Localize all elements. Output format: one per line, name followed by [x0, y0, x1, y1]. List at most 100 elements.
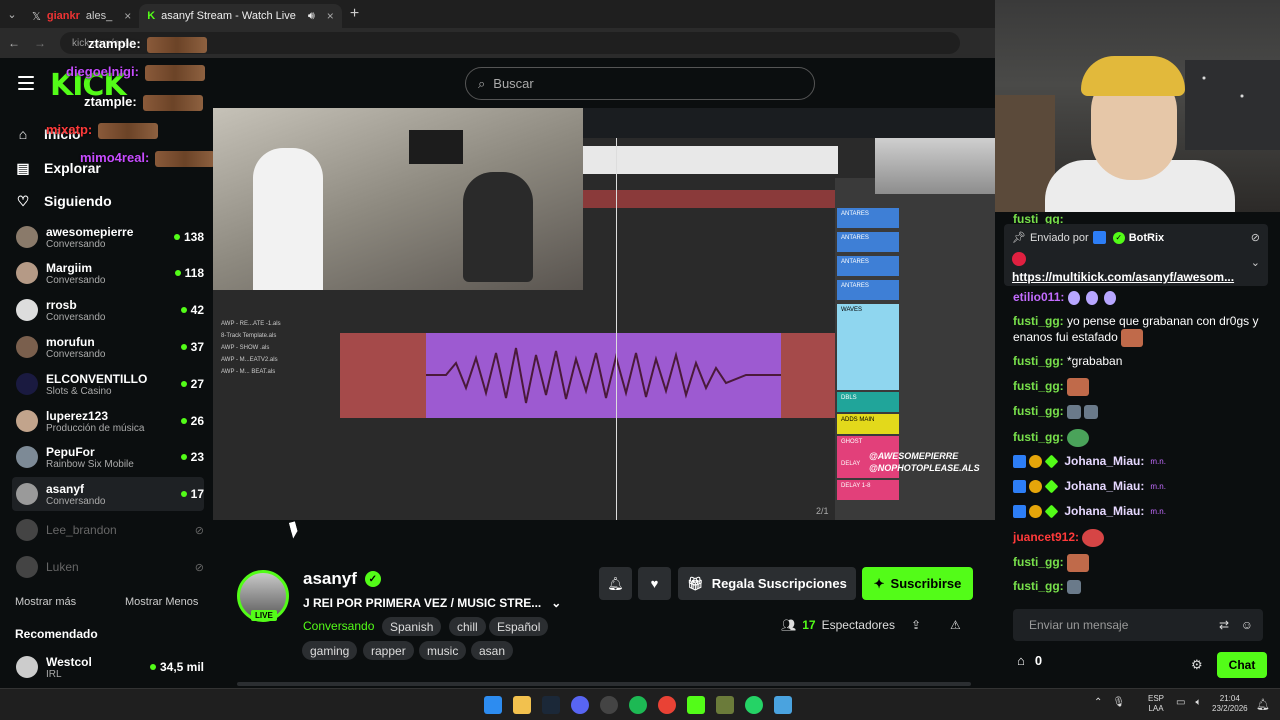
viewer-count: 138 [173, 230, 204, 244]
video-player[interactable]: ANTARES ANTARES ANTARES ANTARES WAVES DB… [213, 108, 995, 520]
minecraft-icon[interactable] [716, 696, 734, 714]
sidebar-channel-elconventillo[interactable]: ELCONVENTILLO Slots & Casino 27 [16, 367, 204, 401]
tag[interactable]: asan [471, 641, 514, 660]
file-explorer-icon[interactable] [513, 696, 531, 714]
channel-points[interactable]: ⌂ 0 [1017, 653, 1042, 668]
hide-pin-icon[interactable]: ⊘ [1251, 231, 1260, 244]
emoji-icon[interactable]: ☺ [1241, 618, 1253, 632]
tag[interactable]: music [419, 641, 467, 660]
stream-title-row[interactable]: J REI POR PRIMERA VEZ / MUSIC STRE... ⌄ [303, 596, 561, 610]
show-less-link[interactable]: Mostrar Menos [125, 596, 198, 608]
chat-username[interactable]: etilio011: [1013, 290, 1064, 304]
close-icon[interactable]: × [327, 9, 334, 23]
discord-icon[interactable] [571, 696, 589, 714]
chevron-down-icon[interactable]: ⌄ [551, 596, 561, 610]
avatar [16, 262, 38, 284]
menu-icon[interactable] [18, 76, 34, 90]
pin-icon: 📌︎ [1012, 232, 1026, 244]
gift-subs-button[interactable]: 🎁︎ Regala Suscripciones [678, 567, 856, 600]
sidebar-channel-offline[interactable]: Lee_brandon ⊘ [16, 513, 204, 547]
overlay-user: ztample: [84, 94, 137, 109]
volume-icon[interactable]: 🔈︎ [1195, 697, 1201, 708]
chat-username[interactable]: Johana_Miau: [1064, 504, 1144, 518]
show-more-link[interactable]: Mostrar más [15, 596, 76, 608]
tag[interactable]: Español [489, 617, 549, 636]
report-icon[interactable]: ⚠ [950, 618, 961, 632]
chat-text: m.n. [1150, 457, 1166, 467]
emote [1067, 429, 1090, 447]
kick-app-icon[interactable] [687, 696, 705, 714]
chat-send-button[interactable]: Chat [1217, 652, 1267, 678]
sidebar-channel-rrosb[interactable]: rrosb Conversando 42 [16, 293, 204, 327]
browser-tab[interactable]: 𝕏 giankr ales_ × [24, 4, 139, 28]
chat-username[interactable]: juancet912: [1013, 530, 1079, 544]
gear-icon[interactable]: ⚙ [1191, 657, 1203, 673]
tag[interactable]: chill [449, 617, 486, 636]
sidebar-channel-awesomepierre[interactable]: awesomepierre Conversando 138 [16, 220, 204, 254]
notification-bell-button[interactable]: 🔔︎ [599, 567, 632, 600]
chat-username[interactable]: fusti_gg: [1013, 555, 1064, 569]
chat-username[interactable]: Johana_Miau: [1064, 479, 1144, 493]
steam-icon[interactable] [542, 696, 560, 714]
nav-siguiendo[interactable]: ♡ Siguiendo [16, 193, 112, 209]
sidebar-channel-westcol[interactable]: Westcol IRL 34,5 mil [16, 650, 204, 684]
sidebar-channel-morufun[interactable]: morufun Conversando 37 [16, 330, 204, 364]
tag[interactable]: gaming [302, 641, 358, 660]
chat-username[interactable]: fusti_gg: [1013, 404, 1064, 418]
overlay-chat-line: diegoelnigi: [66, 64, 205, 81]
speaker-icon[interactable]: 🔊︎ [308, 10, 315, 23]
star-badge-icon [1044, 504, 1059, 519]
pinned-user[interactable]: BotRix [1129, 232, 1164, 244]
store-icon: ⌂ [1017, 653, 1025, 668]
pinned-link[interactable]: https://multikick.com/asanyf/awesom... [1012, 270, 1234, 284]
subscribe-button[interactable]: ✦ Suscribirse [862, 567, 973, 600]
viewer-number: 17 [802, 618, 816, 632]
back-icon[interactable]: ← [8, 36, 20, 50]
chrome-icon[interactable] [658, 696, 676, 714]
overlay-user: mimo4real: [80, 150, 150, 165]
network-icon[interactable]: ▭ [1176, 697, 1185, 708]
microphone-icon[interactable]: 🎙︎ [1112, 697, 1125, 708]
notification-icon[interactable]: 🔔︎ [1256, 698, 1270, 711]
sidebar-channel-asanyf[interactable]: asanyf Conversando 17 [12, 477, 204, 511]
chat-username[interactable]: fusti_gg: [1013, 430, 1064, 444]
whatsapp-icon[interactable] [745, 696, 763, 714]
chat-username[interactable]: fusti_gg: [1013, 354, 1064, 368]
tag[interactable]: Spanish [382, 617, 442, 636]
sidebar-channel-margiim[interactable]: Margiim Conversando 118 [16, 256, 204, 290]
chat-message-input[interactable]: Enviar un mensaje ⇄ ☺ [1013, 609, 1263, 641]
search-input[interactable]: ⌕ Buscar [465, 67, 815, 100]
forward-icon[interactable]: → [34, 36, 46, 50]
notepad-icon[interactable] [774, 696, 792, 714]
spotify-icon[interactable] [629, 696, 647, 714]
tab-list-chevron-icon[interactable]: ⌄ [0, 0, 24, 28]
windows-start-icon[interactable] [484, 696, 502, 714]
search-icon: ⌕ [478, 75, 486, 91]
browser-tab-active[interactable]: K asanyf Stream - Watch Live 🔊︎ × [139, 4, 342, 28]
sidebar-channel-pepufor[interactable]: PepuFor Rainbow Six Mobile 23 [16, 440, 204, 474]
follow-button[interactable]: ♥ [638, 567, 671, 600]
clock[interactable]: 21:04 23/2/2026 [1212, 694, 1248, 714]
chevron-down-icon[interactable]: ⌄ [1251, 256, 1260, 269]
channel-category: IRL [46, 668, 62, 680]
sidebar-channel-offline[interactable]: Luken ⊘ [16, 550, 204, 584]
chat-username[interactable]: fusti_gg: [1013, 314, 1064, 328]
chevron-up-icon[interactable]: ⌃ [1094, 697, 1102, 708]
chat-username[interactable]: fusti_gg: [1013, 379, 1064, 393]
live-dot-icon [174, 270, 181, 276]
new-tab-icon[interactable]: + [350, 5, 359, 23]
sidebar-channel-luperez123[interactable]: luperez123 Producción de música 26 [16, 404, 204, 438]
share-icon[interactable]: ⇪ [911, 618, 921, 632]
bot-badge-icon [1092, 231, 1106, 244]
stream-category[interactable]: Conversando [303, 619, 374, 633]
streamer-name[interactable]: asanyf [303, 569, 357, 589]
translate-icon[interactable]: ⇄ [1219, 618, 1229, 632]
language-indicator[interactable]: ESP LAA [1148, 694, 1164, 714]
emote [1082, 529, 1105, 547]
chat-username[interactable]: fusti_gg: [1013, 579, 1064, 593]
obs-icon[interactable] [600, 696, 618, 714]
emote [1067, 378, 1090, 396]
close-icon[interactable]: × [124, 9, 131, 23]
chat-username[interactable]: Johana_Miau: [1064, 454, 1144, 468]
tag[interactable]: rapper [363, 641, 414, 660]
